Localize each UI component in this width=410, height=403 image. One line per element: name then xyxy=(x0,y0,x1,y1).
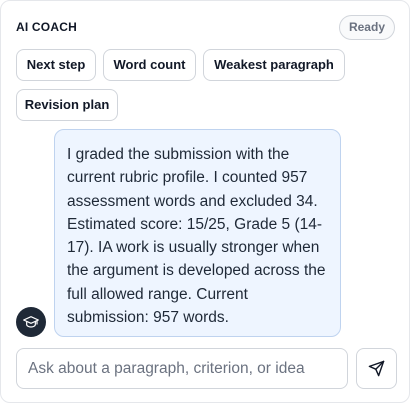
assistant-avatar xyxy=(16,307,46,337)
word-count-chip[interactable]: Word count xyxy=(103,49,196,81)
graduation-cap-icon xyxy=(23,316,39,328)
panel-title: AI COACH xyxy=(16,20,77,34)
next-step-chip[interactable]: Next step xyxy=(16,49,96,81)
send-icon xyxy=(368,360,385,377)
ai-coach-panel: AI COACH Ready Next step Word count Weak… xyxy=(0,0,410,403)
send-button[interactable] xyxy=(356,348,397,389)
weakest-paragraph-chip[interactable]: Weakest paragraph xyxy=(203,49,345,81)
status-badge: Ready xyxy=(338,15,395,40)
panel-header: AI COACH Ready xyxy=(16,15,395,41)
assistant-message: I graded the submission with the current… xyxy=(54,129,341,337)
revision-plan-chip[interactable]: Revision plan xyxy=(16,89,118,121)
message-input[interactable] xyxy=(16,348,348,389)
